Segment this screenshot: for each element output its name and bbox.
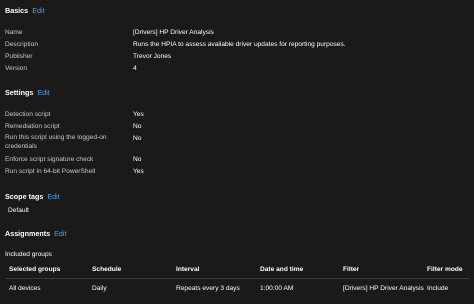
included-groups-label: Included groups [5, 251, 52, 258]
table-row[interactable]: All devices Daily Repeats every 3 days 1… [0, 279, 474, 299]
run-as-logged-on-value: No [133, 135, 142, 142]
col-schedule: Schedule [92, 266, 122, 273]
description-label: Description [5, 41, 38, 48]
name-label: Name [5, 29, 23, 36]
settings-edit-link[interactable]: Edit [37, 88, 49, 97]
run-as-logged-on-label: Run this script using the logged-on cred… [5, 134, 107, 150]
scope-tags-section-title: Scope tags Edit [5, 192, 60, 201]
cell-selected-groups: All devices [9, 285, 41, 292]
scope-tags-edit-link[interactable]: Edit [47, 192, 59, 201]
version-label: Version [5, 65, 27, 72]
assignments-title: Assignments [5, 229, 51, 238]
signature-check-value: No [133, 156, 142, 163]
cell-filter: [Drivers] HP Driver Analysis [343, 285, 424, 292]
remediation-script-label: Remediation script [5, 123, 60, 130]
run-64bit-value: Yes [133, 168, 144, 175]
publisher-value: Trevor Jones [133, 53, 172, 60]
cell-filter-mode: Include [427, 285, 449, 292]
publisher-label: Publisher [5, 53, 33, 60]
remediation-script-value: No [133, 123, 142, 130]
col-interval: Interval [176, 266, 200, 273]
version-value: 4 [133, 65, 137, 72]
col-filter: Filter [343, 266, 360, 273]
basics-edit-link[interactable]: Edit [32, 6, 44, 15]
assignments-edit-link[interactable]: Edit [54, 229, 66, 238]
run-64bit-label: Run script in 64-bit PowerShell [5, 168, 96, 175]
assignments-section-title: Assignments Edit [5, 229, 67, 238]
settings-section-title: Settings Edit [5, 88, 50, 97]
col-date-time: Date and time [260, 266, 304, 273]
basics-section-title: Basics Edit [5, 6, 45, 15]
signature-check-label: Enforce script signature check [5, 156, 94, 163]
cell-schedule: Daily [92, 285, 107, 292]
name-value: [Drivers] HP Driver Analysis [133, 29, 214, 36]
col-filter-mode: Filter mode [427, 266, 463, 273]
description-value: Runs the HPIA to assess available driver… [133, 41, 346, 48]
detection-script-label: Detection script [5, 111, 51, 118]
scope-tags-title: Scope tags [5, 192, 44, 201]
settings-title: Settings [5, 88, 34, 97]
basics-title: Basics [5, 6, 29, 15]
cell-date-time: 1:00:00 AM [260, 285, 294, 292]
col-selected-groups: Selected groups [9, 266, 61, 273]
cell-interval: Repeats every 3 days [176, 285, 240, 292]
detection-script-value: Yes [133, 111, 144, 118]
scope-tag-default: Default [8, 207, 29, 214]
